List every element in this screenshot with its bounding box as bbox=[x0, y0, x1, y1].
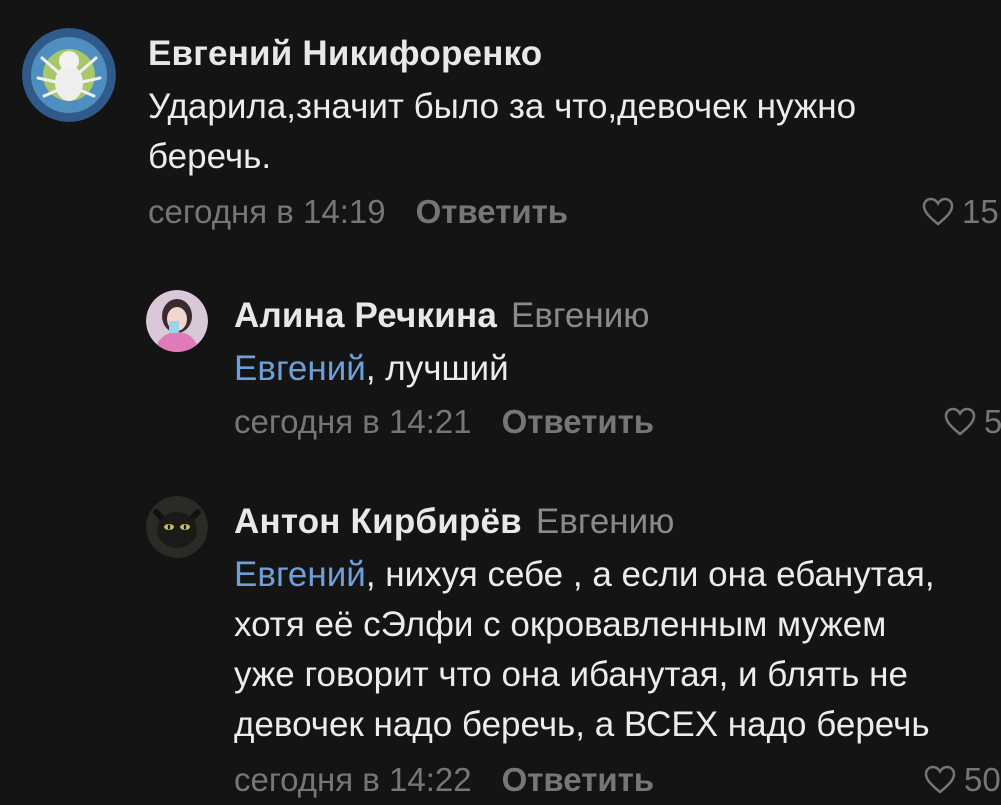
reply-button[interactable]: Ответить bbox=[502, 761, 655, 798]
avatar[interactable] bbox=[22, 28, 116, 122]
comment-meta: сегодня в 14:19 Ответить bbox=[148, 192, 568, 232]
comment-text-line: беречь. bbox=[148, 137, 272, 176]
comment-header: Евгений Никифоренко bbox=[148, 34, 542, 74]
avatar-image bbox=[146, 290, 208, 352]
reply-button[interactable]: Ответить bbox=[502, 403, 655, 440]
like-count: 50 bbox=[964, 761, 1001, 798]
mention-link[interactable]: Евгений bbox=[234, 555, 366, 594]
comment-meta: сегодня в 14:21 Ответить bbox=[234, 402, 654, 442]
timestamp: сегодня в 14:22 bbox=[234, 761, 472, 798]
mention-link[interactable]: Евгений bbox=[234, 349, 366, 388]
avatar[interactable] bbox=[146, 290, 208, 352]
like-button[interactable]: 15 bbox=[922, 192, 999, 232]
comment-meta: сегодня в 14:22 Ответить bbox=[234, 760, 654, 800]
reply-to-label[interactable]: Евгению bbox=[536, 502, 675, 541]
author-name[interactable]: Антон Кирбирёв bbox=[234, 502, 522, 541]
like-count: 5 bbox=[984, 403, 1001, 440]
comment-text-line: уже говорит что она ибанутая, и блять не bbox=[234, 655, 908, 694]
reply-to-label[interactable]: Евгению bbox=[511, 296, 650, 335]
heart-outline-icon bbox=[924, 765, 956, 794]
comment-text: Ударила,значит было за что,девочек нужно… bbox=[148, 82, 856, 182]
comment-text: Евгений, нихуя себе , а если она ебанута… bbox=[234, 550, 935, 750]
comment-text-span: , нихуя себе , а если она ебанутая, bbox=[365, 555, 935, 594]
like-button[interactable]: 5 bbox=[944, 402, 1001, 442]
heart-outline-icon bbox=[944, 407, 976, 436]
avatar[interactable] bbox=[146, 496, 208, 558]
timestamp: сегодня в 14:21 bbox=[234, 403, 472, 440]
like-button[interactable]: 50 bbox=[924, 760, 1001, 800]
like-count: 15 bbox=[962, 193, 999, 230]
comment-text-span: , лучший bbox=[365, 349, 509, 388]
avatar-image bbox=[146, 496, 208, 558]
comment-text: Евгений, лучший bbox=[234, 344, 509, 394]
comment-text-line: девочек надо беречь, а ВСЕХ надо беречь bbox=[234, 705, 930, 744]
avatar-image bbox=[22, 28, 116, 122]
comment-header: Антон Кирбирёв Евгению bbox=[234, 502, 674, 542]
author-name[interactable]: Евгений Никифоренко bbox=[148, 34, 542, 73]
reply-button[interactable]: Ответить bbox=[416, 193, 569, 230]
comment-text-line: Ударила,значит было за что,девочек нужно bbox=[148, 87, 857, 126]
heart-outline-icon bbox=[922, 197, 954, 226]
comment-text-line: хотя её сЭлфи с окровавленным мужем bbox=[234, 605, 887, 644]
comment-text-line: Евгений, лучший bbox=[234, 344, 509, 394]
author-name[interactable]: Алина Речкина bbox=[234, 296, 497, 335]
comment-text-line: Евгений, нихуя себе , а если она ебанута… bbox=[234, 550, 935, 600]
timestamp: сегодня в 14:19 bbox=[148, 193, 386, 230]
comment-header: Алина Речкина Евгению bbox=[234, 296, 650, 336]
